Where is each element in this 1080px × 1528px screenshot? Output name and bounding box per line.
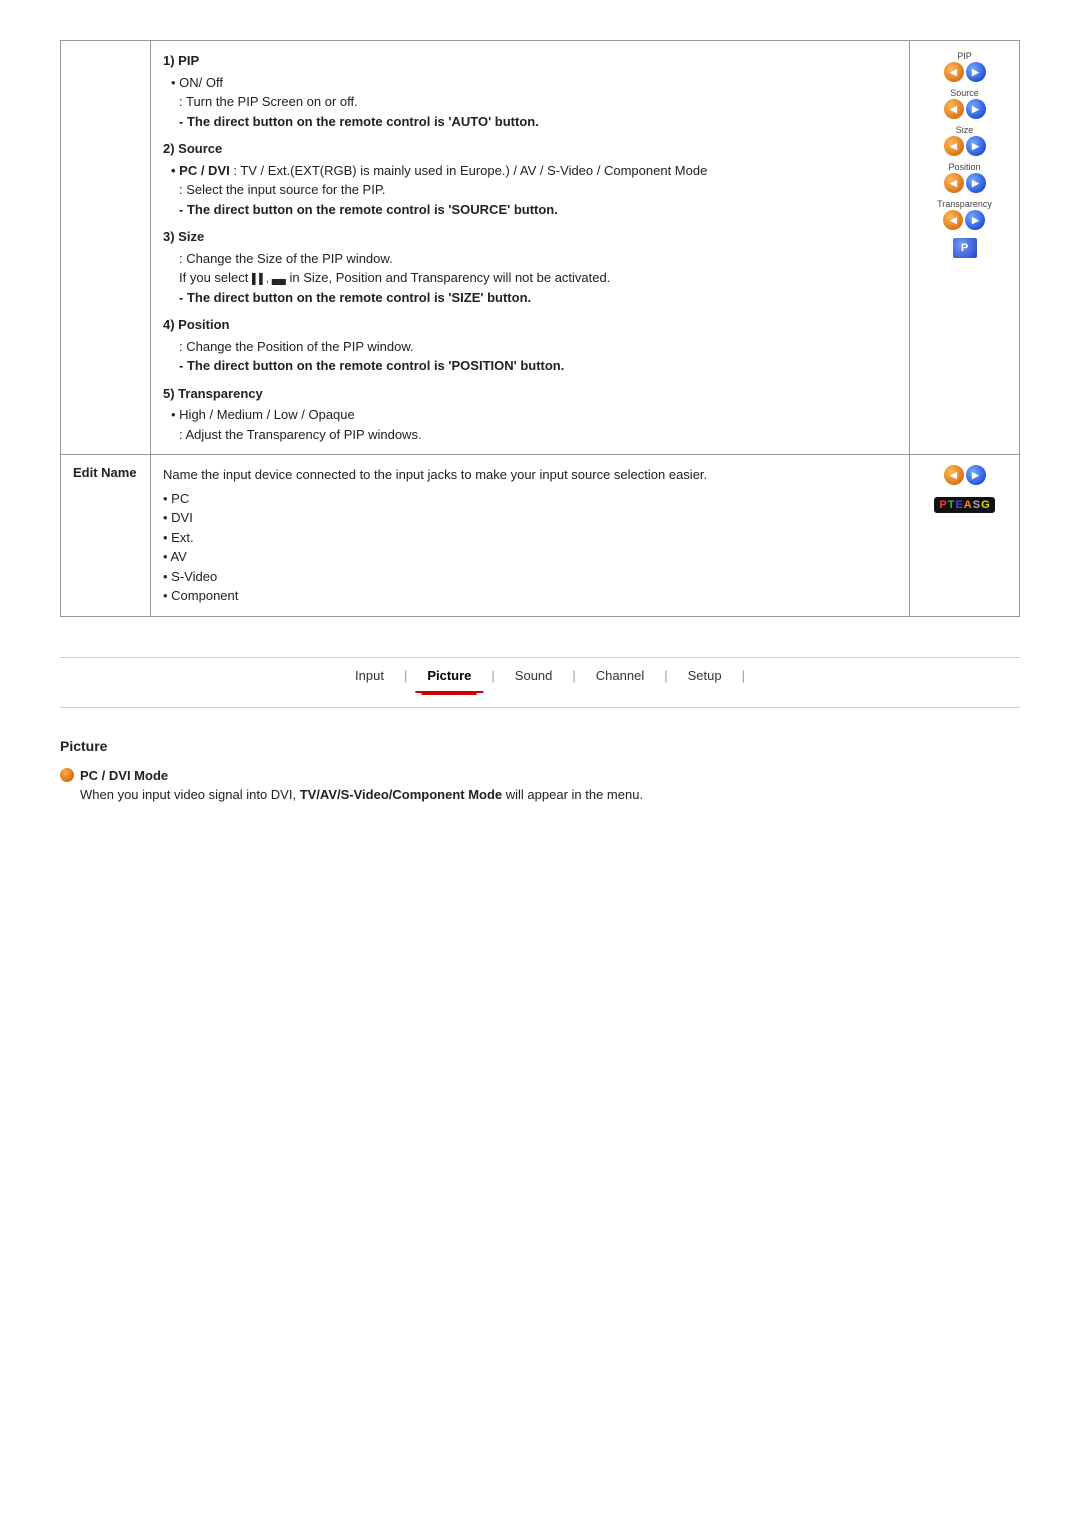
pip-right-panel: PIP ◀ ▶ Source	[910, 41, 1020, 455]
orange-circle-icon	[60, 768, 74, 782]
source-desc: : Select the input source for the PIP.	[179, 180, 897, 200]
picture-item-text: PC / DVI Mode When you input video signa…	[80, 766, 643, 805]
pteasg-g: G	[981, 499, 990, 511]
nav-bottom-line	[60, 707, 1020, 708]
nav-item-picture[interactable]: Picture	[407, 664, 491, 687]
transparency-section-title: 5) Transparency	[163, 384, 897, 404]
pip-section-title: 1) PIP	[163, 51, 897, 71]
pteasg-s: S	[973, 499, 980, 511]
position-desc: : Change the Position of the PIP window.	[179, 337, 897, 357]
editname-bubbles: ◀ ▶	[944, 465, 986, 485]
size-desc: : Change the Size of the PIP window.	[179, 249, 897, 269]
source-bubble-right: ▶	[966, 99, 986, 119]
transparency-bubble-right: ▶	[965, 210, 985, 230]
size-direct: - The direct button on the remote contro…	[179, 288, 897, 308]
nav-active-underline	[422, 692, 477, 695]
picture-item-desc: When you input video signal into DVI, TV…	[80, 787, 643, 802]
transparency-desc: : Adjust the Transparency of PIP windows…	[179, 425, 897, 445]
size-note: If you select ▌▌, ▄▄ in Size, Position a…	[179, 268, 897, 288]
picture-item-0: PC / DVI Mode When you input video signa…	[60, 766, 1020, 805]
editname-items: • PC • DVI • Ext. • AV • S-Video • Compo…	[163, 489, 897, 606]
nav-bar: Input | Picture | Sound | Channel | Setu…	[60, 658, 1020, 693]
nav-item-sound[interactable]: Sound	[495, 664, 573, 687]
list-item: • Ext.	[163, 528, 897, 548]
position-bubble-left: ◀	[944, 173, 964, 193]
transparency-bubble-left: ◀	[943, 210, 963, 230]
size-icon-label: Size	[956, 125, 974, 135]
pip-bubbles: ◀ ▶	[944, 62, 986, 82]
nav-item-input[interactable]: Input	[335, 664, 404, 687]
position-icon-label: Position	[948, 162, 980, 172]
editname-label: Edit Name	[61, 455, 151, 617]
editname-content: Name the input device connected to the i…	[151, 455, 910, 617]
pip-direct: - The direct button on the remote contro…	[179, 112, 897, 132]
pip-icon-label: PIP	[957, 51, 972, 61]
size-icon-section: Size ◀ ▶	[944, 125, 986, 156]
transparency-icon-label: Transparency	[937, 199, 992, 209]
position-bubbles: ◀ ▶	[944, 173, 986, 193]
editname-right-panel: ◀ ▶ P T E A S G	[910, 455, 1020, 617]
nav-item-channel[interactable]: Channel	[576, 664, 664, 687]
pip-icon-section: PIP ◀ ▶	[944, 51, 986, 82]
source-section-title: 2) Source	[163, 139, 897, 159]
list-item: • S-Video	[163, 567, 897, 587]
editname-desc: Name the input device connected to the i…	[163, 465, 897, 485]
source-bubbles: ◀ ▶	[944, 99, 986, 119]
transparency-icon-section: Transparency ◀ ▶	[937, 199, 992, 230]
nav-item-setup[interactable]: Setup	[668, 664, 742, 687]
editname-icons: ◀ ▶ P T E A S G	[922, 465, 1007, 513]
source-pc-dvi: • PC / DVI : TV / Ext.(EXT(RGB) is mainl…	[171, 161, 897, 181]
nav-sep-5: |	[742, 668, 745, 683]
main-instruction-table: 1) PIP • ON/ Off : Turn the PIP Screen o…	[60, 40, 1020, 617]
size-bubbles: ◀ ▶	[944, 136, 986, 156]
pteasg-t: T	[948, 499, 955, 511]
pteasg-p: P	[939, 499, 946, 511]
pteasg-a: A	[964, 499, 972, 511]
size-section-title: 3) Size	[163, 227, 897, 247]
pip-label-cell	[61, 41, 151, 455]
source-icon-label: Source	[950, 88, 979, 98]
position-icon-section: Position ◀ ▶	[944, 162, 986, 193]
transparency-sub: • High / Medium / Low / Opaque	[171, 405, 897, 425]
position-bubble-right: ▶	[966, 173, 986, 193]
p-badge: P	[953, 238, 977, 258]
editname-bubble-left: ◀	[944, 465, 964, 485]
transparency-bubbles: ◀ ▶	[943, 210, 985, 230]
source-icon-section: Source ◀ ▶	[944, 88, 986, 119]
pip-desc1: : Turn the PIP Screen on or off.	[179, 92, 897, 112]
pteasg-e: E	[955, 499, 962, 511]
position-section-title: 4) Position	[163, 315, 897, 335]
position-direct: - The direct button on the remote contro…	[179, 356, 897, 376]
pip-content-cell: 1) PIP • ON/ Off : Turn the PIP Screen o…	[151, 41, 910, 455]
size-bubble-right: ▶	[966, 136, 986, 156]
editname-bubble-right: ▶	[966, 465, 986, 485]
picture-section: Picture PC / DVI Mode When you input vid…	[60, 738, 1020, 805]
pteasg-bar: P T E A S G	[934, 497, 994, 513]
source-direct: - The direct button on the remote contro…	[179, 200, 897, 220]
picture-heading: Picture	[60, 738, 1020, 754]
source-bubble-left: ◀	[944, 99, 964, 119]
pip-bubble-right: ▶	[966, 62, 986, 82]
list-item: • Component	[163, 586, 897, 606]
size-bubble-left: ◀	[944, 136, 964, 156]
pip-on-off: • ON/ Off	[171, 73, 897, 93]
nav-bar-wrapper: Input | Picture | Sound | Channel | Setu…	[60, 657, 1020, 708]
list-item: • AV	[163, 547, 897, 567]
picture-item-title: PC / DVI Mode	[80, 768, 168, 783]
list-item: • PC	[163, 489, 897, 509]
list-item: • DVI	[163, 508, 897, 528]
pip-bubble-left: ◀	[944, 62, 964, 82]
